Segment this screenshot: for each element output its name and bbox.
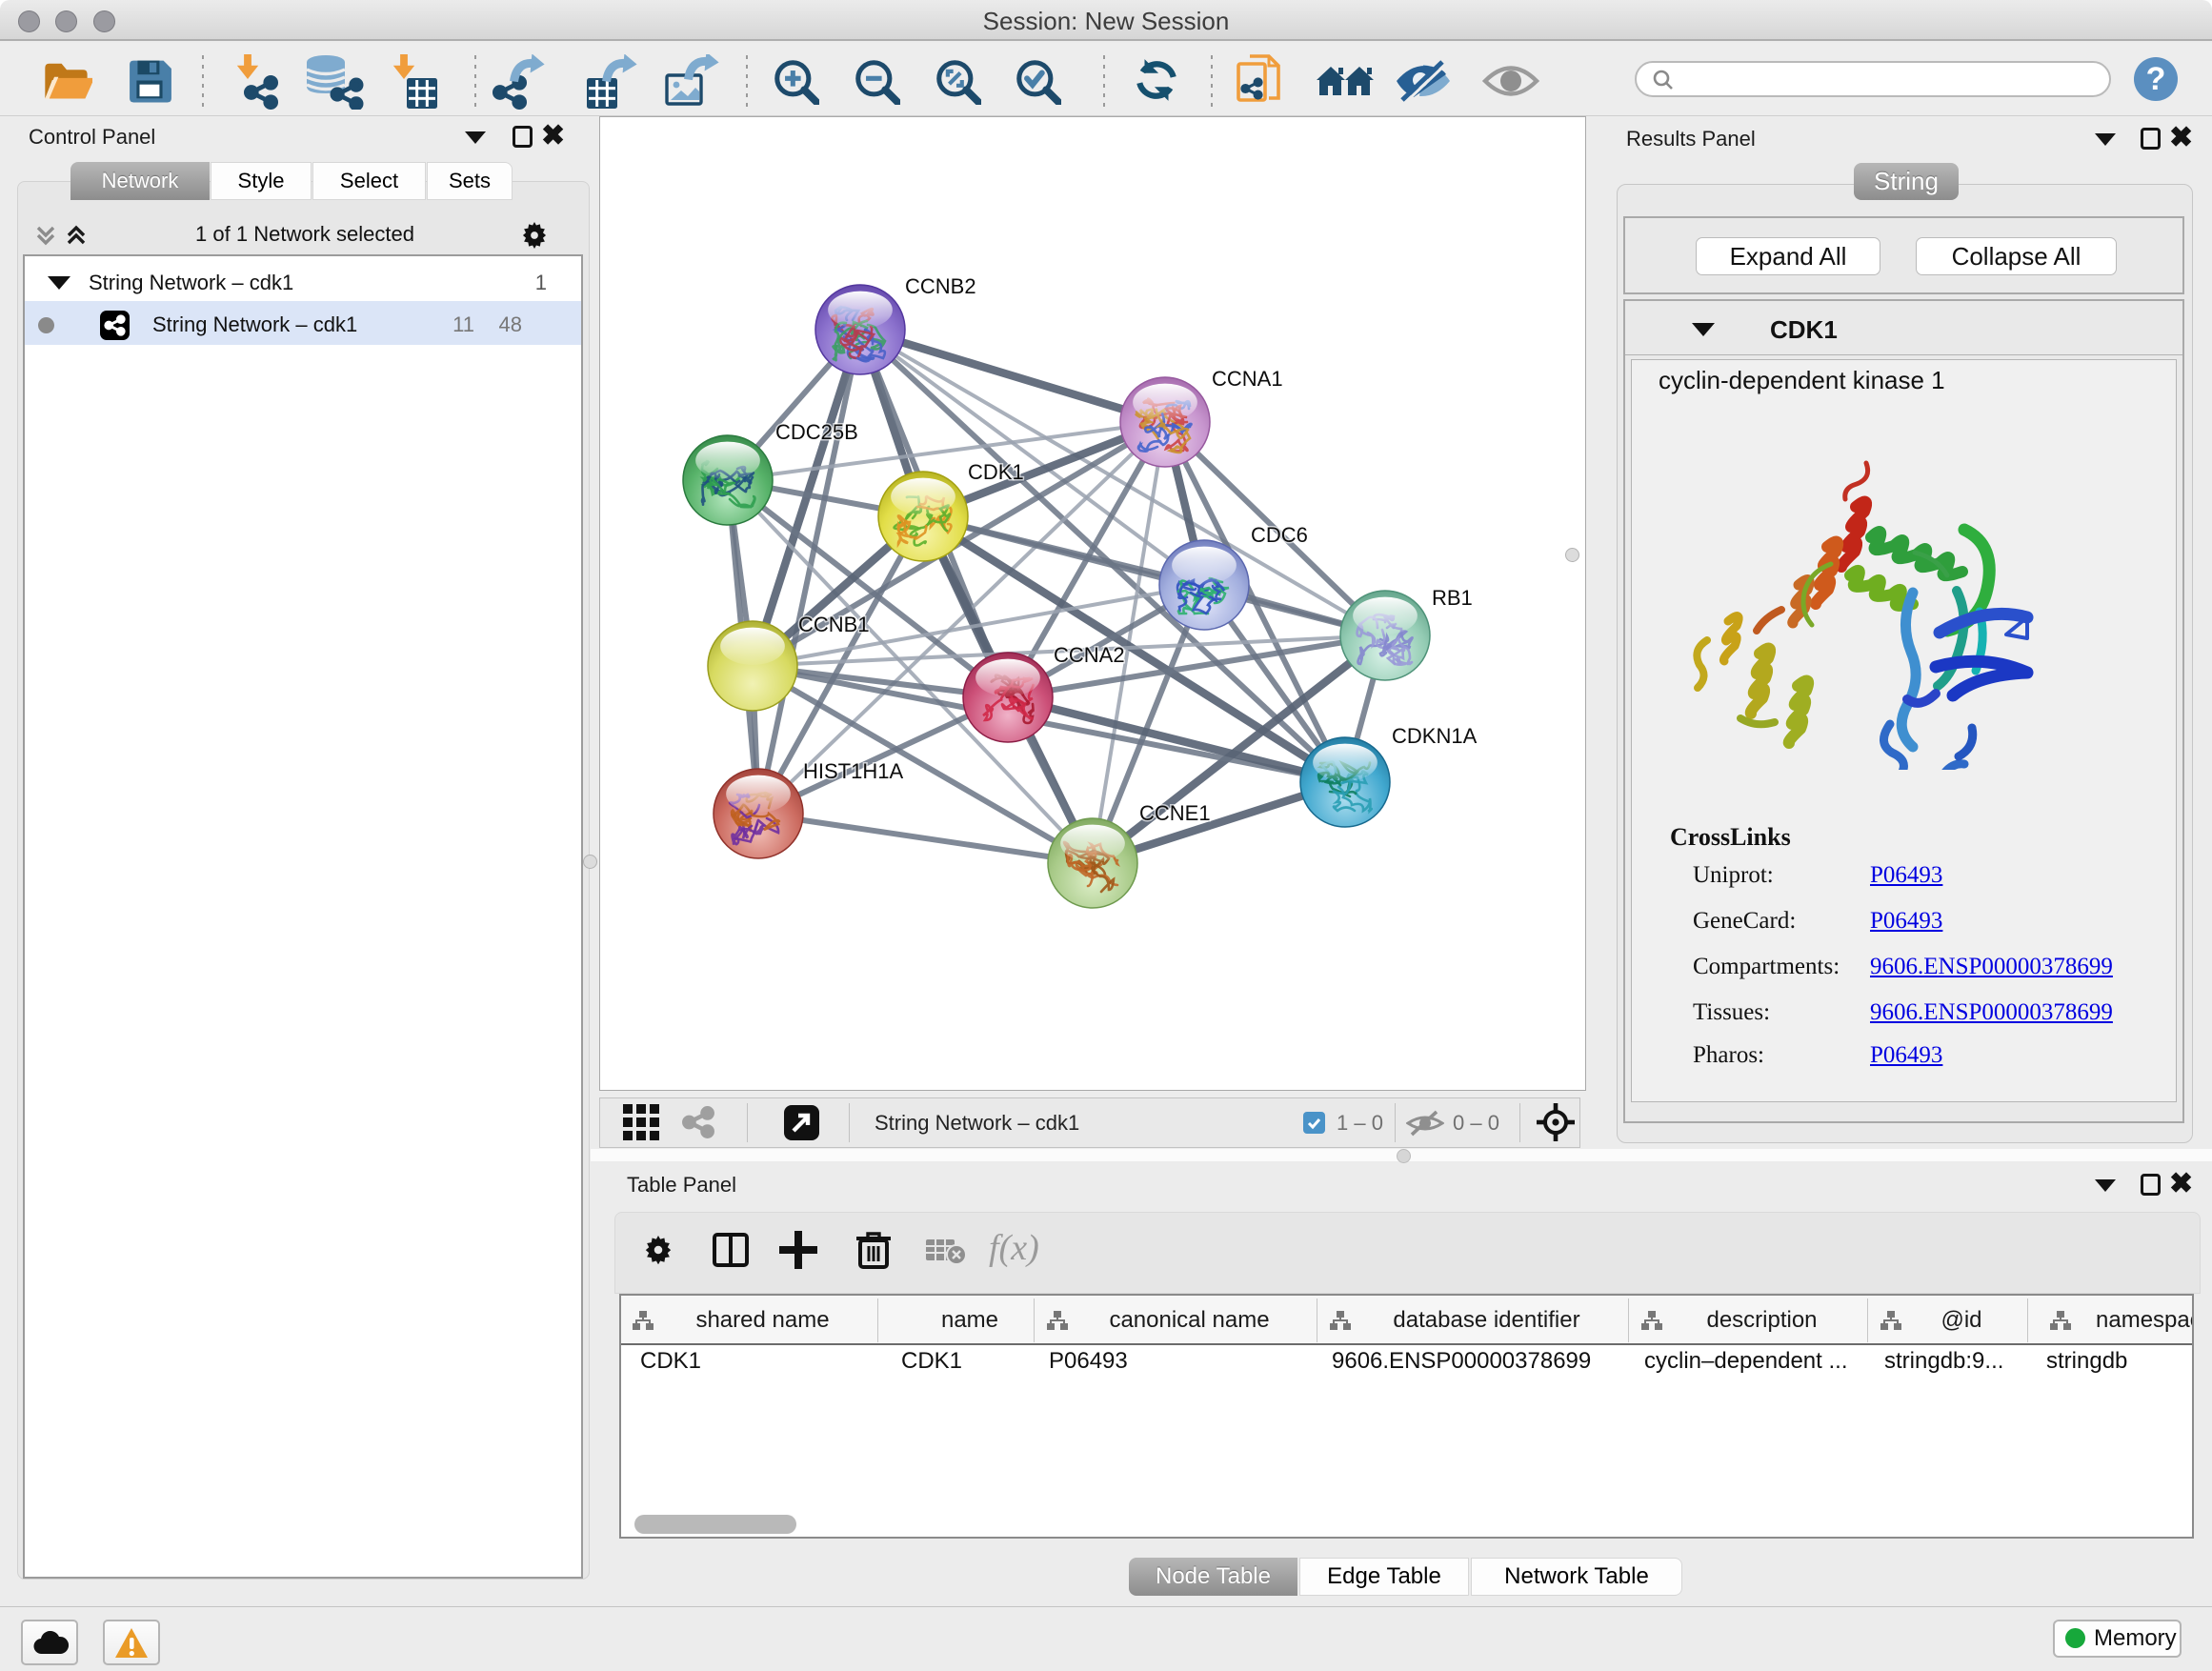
svg-text:HIST1H1A: HIST1H1A bbox=[803, 759, 903, 783]
svg-text:CDK1: CDK1 bbox=[968, 460, 1024, 484]
svg-text:CCNE1: CCNE1 bbox=[1139, 801, 1211, 825]
svg-text:CCNB1: CCNB1 bbox=[798, 613, 870, 636]
svg-text:CDC6: CDC6 bbox=[1251, 523, 1308, 547]
svg-text:CDC25B: CDC25B bbox=[775, 420, 858, 444]
svg-text:RB1: RB1 bbox=[1432, 586, 1473, 610]
svg-text:CCNA1: CCNA1 bbox=[1212, 367, 1283, 391]
svg-text:CDKN1A: CDKN1A bbox=[1392, 724, 1478, 748]
svg-text:CCNB2: CCNB2 bbox=[905, 274, 976, 298]
svg-text:CCNA2: CCNA2 bbox=[1054, 643, 1125, 667]
